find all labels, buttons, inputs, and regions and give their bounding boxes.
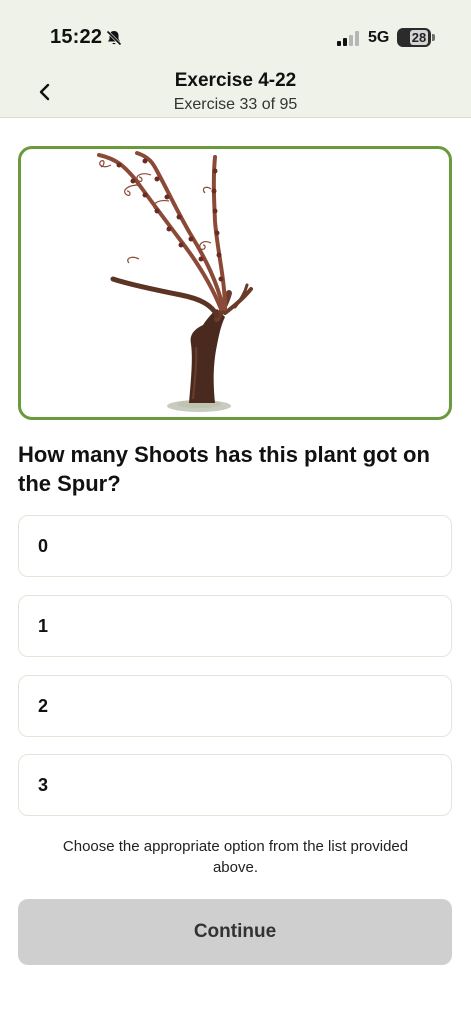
answer-option-3[interactable]: 3 <box>18 754 452 816</box>
continue-button[interactable]: Continue <box>18 899 452 965</box>
answer-option-2[interactable]: 2 <box>18 675 452 737</box>
grapevine-plant-illustration <box>97 151 253 412</box>
instruction-hint: Choose the appropriate option from the l… <box>62 838 409 876</box>
status-time: 15:22 <box>50 26 103 48</box>
battery-icon: 28 <box>397 28 435 47</box>
exercise-progress: Exercise 33 of 95 <box>173 96 298 113</box>
bell-muted-icon <box>106 30 122 46</box>
answer-option-0[interactable]: 0 <box>18 515 452 577</box>
answer-option-1[interactable]: 1 <box>18 595 452 657</box>
battery-level: 28 <box>410 30 428 45</box>
question-text: How many Shoots has this plant got on th… <box>18 442 430 496</box>
network-label: 5G <box>368 29 390 46</box>
signal-icon <box>337 31 359 46</box>
page-title: Exercise 4-22 <box>174 70 297 91</box>
status-bar: 15:22 5G 28 <box>0 0 471 62</box>
top-header-area: 15:22 5G 28 Exercise 4-22 Exercise 33 of… <box>0 0 471 118</box>
plant-image-card <box>18 146 452 420</box>
